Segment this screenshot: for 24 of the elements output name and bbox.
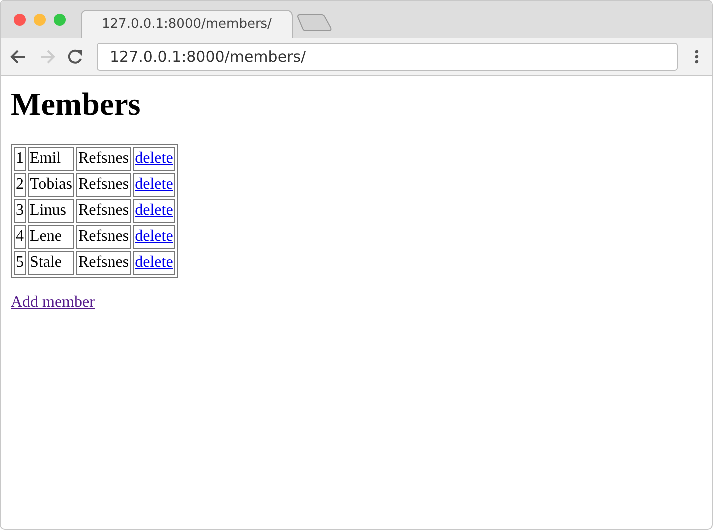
table-cell: Refsnes [76,173,132,197]
table-cell: Stale [28,251,74,275]
page-heading: Members [11,86,142,123]
table-cell: Lene [28,225,74,249]
table-cell: Refsnes [76,147,132,171]
table-cell: Refsnes [76,225,132,249]
address-field[interactable]: 127.0.0.1:8000/members/ [97,42,678,70]
add-member-link[interactable]: Add member [11,294,95,311]
menu-icon[interactable] [694,48,700,64]
table-cell: 1 [14,147,26,171]
new-tab-button[interactable] [297,14,333,32]
minimize-button[interactable] [34,14,46,26]
table-cell: Linus [28,199,74,223]
table-cell: Refsnes [76,199,132,223]
close-button[interactable] [14,14,26,26]
table-cell: 4 [14,225,26,249]
table-cell: Tobias [28,173,74,197]
table-cell: Refsnes [76,251,132,275]
table-cell: 3 [14,199,26,223]
table-cell: 2 [14,173,26,197]
table-cell: Emil [28,147,74,171]
browser-tab[interactable]: 127.0.0.1:8000/members/ [81,10,293,38]
maximize-button[interactable] [54,14,66,26]
table-cell: 5 [14,251,26,275]
